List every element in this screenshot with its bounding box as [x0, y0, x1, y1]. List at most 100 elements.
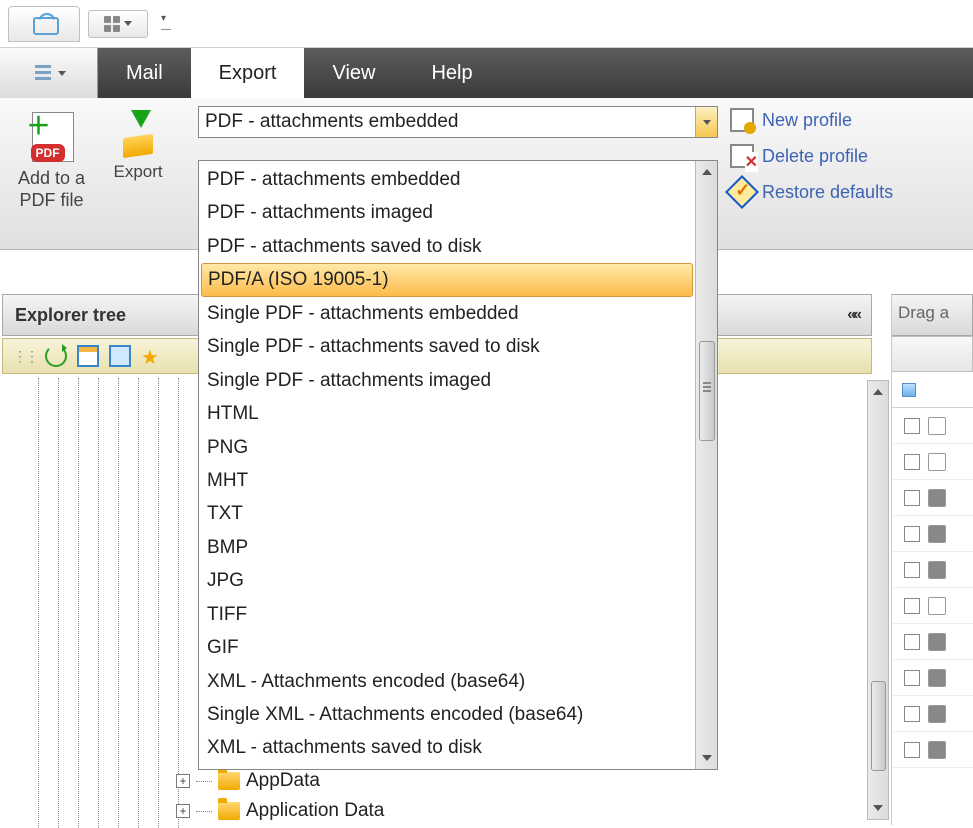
app-icon-button[interactable] — [8, 6, 80, 42]
dropdown-item[interactable]: Single XML - attachments saved to disk — [199, 765, 695, 769]
dropdown-item[interactable]: Single XML - Attachments encoded (base64… — [199, 698, 695, 731]
file-menu-button[interactable] — [0, 48, 98, 98]
combobox-value: PDF - attachments embedded — [205, 111, 695, 133]
list-row[interactable] — [892, 408, 973, 444]
collapse-chevron-icon[interactable]: «« — [847, 306, 859, 324]
right-rows — [892, 408, 973, 768]
star-icon[interactable]: ★ — [141, 345, 163, 367]
export-format-combobox[interactable]: PDF - attachments embedded — [198, 106, 718, 138]
list-row[interactable] — [892, 624, 973, 660]
row-checkbox[interactable] — [904, 454, 920, 470]
list-row[interactable] — [892, 480, 973, 516]
list-row[interactable] — [892, 552, 973, 588]
dropdown-item[interactable]: TIFF — [199, 598, 695, 631]
row-checkbox[interactable] — [904, 490, 920, 506]
dropdown-items-container: PDF - attachments embeddedPDF - attachme… — [199, 161, 695, 769]
dropdown-item[interactable]: Single PDF - attachments saved to disk — [199, 330, 695, 363]
tab-help[interactable]: Help — [403, 48, 500, 98]
list-row[interactable] — [892, 588, 973, 624]
link-label: Restore defaults — [762, 182, 893, 203]
chevron-down-icon — [873, 805, 883, 811]
row-type-icon — [928, 453, 946, 471]
list-row[interactable] — [892, 696, 973, 732]
window-icon-2[interactable] — [109, 345, 131, 367]
plus-icon: ＋ — [27, 106, 51, 141]
list-row[interactable] — [892, 732, 973, 768]
tab-export[interactable]: Export — [191, 48, 305, 98]
dropdown-item[interactable]: JPG — [199, 564, 695, 597]
scroll-thumb[interactable] — [871, 681, 886, 771]
tree-connector — [196, 781, 212, 782]
dropdown-item[interactable]: PDF/A (ISO 19005-1) — [201, 263, 693, 296]
tree-item-appdata[interactable]: + AppData — [176, 766, 384, 796]
dropdown-scrollbar[interactable] — [695, 161, 717, 769]
dropdown-item[interactable]: Single PDF - attachments imaged — [199, 364, 695, 397]
quick-access-overflow[interactable]: ▾— — [156, 10, 176, 38]
add-to-pdf-button[interactable]: ＋ Add to a PDF file — [12, 106, 91, 213]
row-checkbox[interactable] — [904, 634, 920, 650]
scroll-up-arrow[interactable] — [868, 381, 888, 403]
right-panel-slice: Drag a — [891, 294, 973, 825]
layout-grid-button[interactable] — [88, 10, 148, 38]
tree-connector — [196, 811, 212, 812]
dropdown-item[interactable]: TXT — [199, 497, 695, 530]
ribbon-tabs: Mail Export View Help — [0, 48, 973, 98]
new-profile-link[interactable]: New profile — [730, 108, 893, 132]
list-row[interactable] — [892, 660, 973, 696]
chevron-up-icon — [873, 389, 883, 395]
row-checkbox[interactable] — [904, 562, 920, 578]
tree-expander[interactable]: + — [176, 804, 190, 818]
scroll-down-arrow[interactable] — [868, 797, 888, 819]
row-type-icon — [928, 597, 946, 615]
list-row[interactable] — [892, 444, 973, 480]
grip-icon[interactable] — [13, 345, 35, 367]
quick-access-bar: ▾— — [0, 0, 973, 48]
row-checkbox[interactable] — [904, 706, 920, 722]
magnifier-icon — [730, 108, 754, 132]
combobox-dropdown-button[interactable] — [695, 107, 717, 137]
select-all-box-icon — [902, 383, 916, 397]
delete-profile-link[interactable]: Delete profile — [730, 144, 893, 168]
tab-view[interactable]: View — [304, 48, 403, 98]
scroll-up-arrow[interactable] — [696, 161, 717, 183]
explorer-title: Explorer tree — [15, 305, 126, 326]
delete-icon — [730, 144, 754, 168]
row-type-icon — [928, 633, 946, 651]
right-column-header[interactable] — [892, 336, 973, 372]
dropdown-item[interactable]: PDF - attachments saved to disk — [199, 230, 695, 263]
restore-defaults-link[interactable]: Restore defaults — [730, 180, 893, 204]
tree-item-application-data[interactable]: + Application Data — [176, 796, 384, 826]
dropdown-item[interactable]: PDF - attachments imaged — [199, 196, 695, 229]
row-checkbox[interactable] — [904, 526, 920, 542]
export-format-dropdown-list: PDF - attachments embeddedPDF - attachme… — [198, 160, 718, 770]
chevron-down-icon — [124, 21, 132, 26]
dropdown-item[interactable]: Single PDF - attachments embedded — [199, 297, 695, 330]
dropdown-item[interactable]: BMP — [199, 531, 695, 564]
chevron-down-icon — [703, 120, 711, 125]
tab-mail[interactable]: Mail — [98, 48, 191, 98]
dropdown-item[interactable]: HTML — [199, 397, 695, 430]
main-scrollbar[interactable] — [867, 380, 889, 820]
tree-expander[interactable]: + — [176, 774, 190, 788]
row-checkbox[interactable] — [904, 670, 920, 686]
dropdown-item[interactable]: MHT — [199, 464, 695, 497]
row-checkbox[interactable] — [904, 742, 920, 758]
dropdown-item[interactable]: XML - Attachments encoded (base64) — [199, 665, 695, 698]
export-button[interactable]: Export — [107, 106, 169, 184]
ribbon-group-add-pdf: ＋ Add to a PDF file — [4, 102, 99, 245]
scroll-down-arrow[interactable] — [696, 747, 717, 769]
dropdown-item[interactable]: GIF — [199, 631, 695, 664]
row-type-icon — [928, 525, 946, 543]
list-row[interactable] — [892, 516, 973, 552]
row-checkbox[interactable] — [904, 418, 920, 434]
dropdown-item[interactable]: PDF - attachments embedded — [199, 163, 695, 196]
row-checkbox[interactable] — [904, 598, 920, 614]
refresh-icon[interactable] — [45, 345, 67, 367]
window-icon-1[interactable] — [77, 345, 99, 367]
row-type-icon — [928, 561, 946, 579]
dropdown-item[interactable]: PNG — [199, 431, 695, 464]
grid-icon — [104, 16, 120, 32]
scroll-thumb[interactable] — [699, 341, 715, 441]
dropdown-item[interactable]: XML - attachments saved to disk — [199, 731, 695, 764]
right-select-all-row[interactable] — [892, 372, 973, 408]
